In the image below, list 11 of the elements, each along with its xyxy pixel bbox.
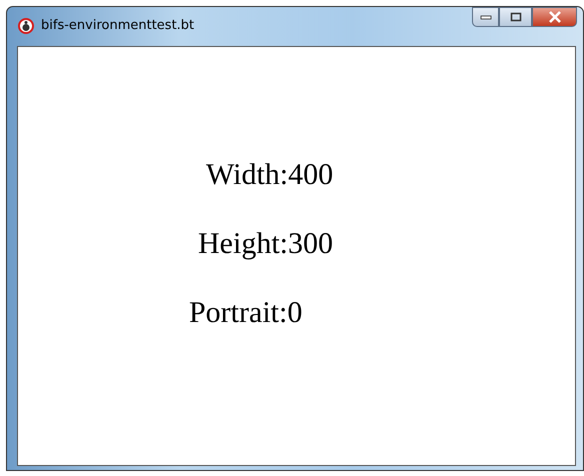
close-button[interactable] [532,7,577,27]
app-icon [18,18,34,34]
close-icon [548,11,562,23]
text-line: Width:400 [206,157,334,193]
maximize-button[interactable] [499,7,532,27]
maximize-icon [510,12,522,22]
minimize-icon [480,14,492,20]
text-line: Portrait:0 [189,295,302,331]
window-title: bifs-environmenttest.bt [41,18,194,33]
text-line: Height:300 [198,226,333,262]
minimize-button[interactable] [472,7,499,27]
